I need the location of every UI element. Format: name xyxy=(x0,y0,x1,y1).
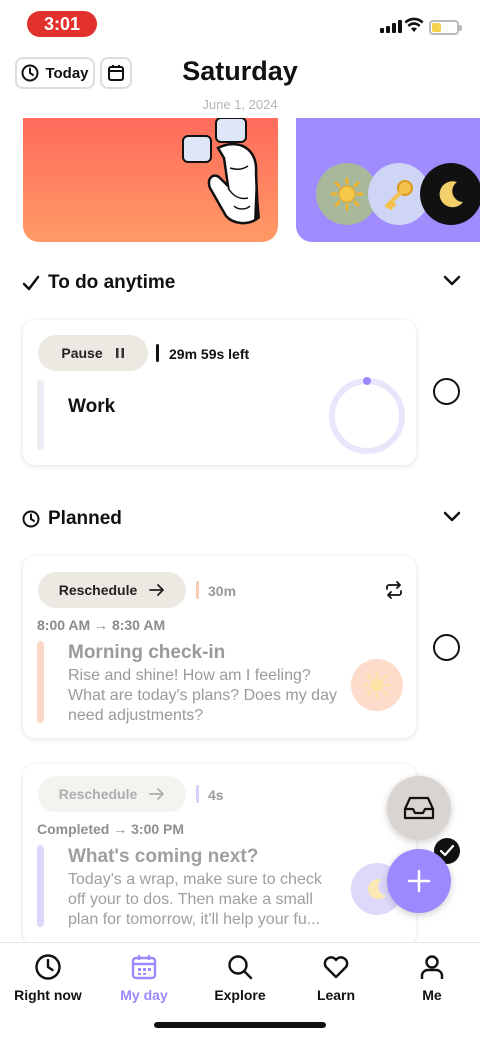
coming-next-description: Today's a wrap, make sure to check off y… xyxy=(68,871,322,928)
status-time: 3:01 xyxy=(27,11,97,37)
page-date: June 1, 2024 xyxy=(202,97,278,112)
plus-icon xyxy=(407,869,431,893)
work-task-card[interactable]: Pause 29m 59s left Work xyxy=(23,320,416,465)
home-indicator[interactable] xyxy=(154,1022,326,1028)
tab-label: Me xyxy=(422,987,442,1003)
duration-divider xyxy=(196,581,199,599)
inbox-icon xyxy=(403,796,435,820)
progress-ring xyxy=(329,377,405,454)
sun-badge-icon xyxy=(351,659,403,711)
orange-banner-card[interactable] xyxy=(23,118,278,242)
section-anytime-header[interactable]: To do anytime xyxy=(22,268,462,298)
checkin-description: Rise and shine! How am I feeling? What a… xyxy=(68,667,337,724)
duration-label: 4s xyxy=(208,787,224,803)
battery-icon xyxy=(429,20,462,35)
time-range: 8:00 AM → 8:30 AM xyxy=(37,617,166,633)
reschedule-label: Reschedule xyxy=(58,582,138,598)
calendar-icon xyxy=(131,955,157,980)
add-task-button[interactable] xyxy=(387,849,451,913)
task-color-bar xyxy=(37,641,44,723)
coming-next-card[interactable]: Reschedule 4s Completed → 3:00 PM What's… xyxy=(23,764,416,946)
cellular-signal-icon xyxy=(380,20,402,33)
checkin-title: Morning check-in xyxy=(68,642,226,663)
reschedule-label: Reschedule xyxy=(58,786,138,802)
tab-label: Right now xyxy=(14,987,82,1003)
time-left: 29m 59s left xyxy=(169,346,250,362)
section-anytime-title: To do anytime xyxy=(48,272,176,293)
section-planned-header[interactable]: Planned xyxy=(22,504,462,534)
chevron-down-icon[interactable] xyxy=(442,270,462,290)
clock-icon xyxy=(35,954,61,980)
chevron-down-icon[interactable] xyxy=(442,506,462,526)
page-title: Saturday xyxy=(182,56,298,86)
repeat-icon[interactable] xyxy=(385,581,403,599)
timer-divider xyxy=(156,344,159,362)
tab-right-now[interactable]: Right now xyxy=(0,953,96,1003)
reschedule-button[interactable]: Reschedule xyxy=(38,776,186,812)
tab-label: Learn xyxy=(316,987,356,1003)
pause-icon xyxy=(115,348,124,358)
complete-work-checkbox[interactable] xyxy=(433,378,460,405)
wifi-icon xyxy=(404,17,424,32)
complete-checkin-checkbox[interactable] xyxy=(433,634,460,661)
section-planned-title: Planned xyxy=(48,508,122,529)
person-icon xyxy=(420,955,444,979)
hand-illustration xyxy=(182,118,260,225)
clock-icon xyxy=(22,510,40,528)
inbox-button[interactable] xyxy=(387,776,451,840)
coming-next-title: What's coming next? xyxy=(68,846,259,867)
arrow-right-icon xyxy=(149,584,165,596)
work-task-title: Work xyxy=(68,396,116,417)
checkmark-icon xyxy=(22,275,40,291)
time-range: Completed → 3:00 PM xyxy=(37,821,185,837)
tab-me[interactable]: Me xyxy=(384,953,480,1003)
heart-icon xyxy=(323,956,349,979)
pause-button[interactable]: Pause xyxy=(38,335,148,371)
tab-label: My day xyxy=(120,987,168,1003)
moon-icon xyxy=(420,163,480,225)
duration-label: 30m xyxy=(208,583,237,599)
pause-label: Pause xyxy=(61,345,103,361)
tab-label: Explore xyxy=(214,987,266,1003)
tab-my-day[interactable]: My day xyxy=(96,953,192,1003)
purple-banner-card[interactable] xyxy=(296,118,480,242)
duration-divider xyxy=(196,785,199,803)
task-color-bar xyxy=(37,380,44,450)
reschedule-button[interactable]: Reschedule xyxy=(38,572,186,608)
tab-explore[interactable]: Explore xyxy=(192,953,288,1003)
morning-checkin-card[interactable]: Reschedule 30m 8:00 AM → 8:30 AM Morning… xyxy=(23,556,416,738)
task-color-bar xyxy=(37,845,44,927)
status-bar: 3:01 xyxy=(0,0,480,48)
tab-learn[interactable]: Learn xyxy=(288,953,384,1003)
search-icon xyxy=(228,955,253,980)
arrow-right-icon xyxy=(149,788,165,800)
